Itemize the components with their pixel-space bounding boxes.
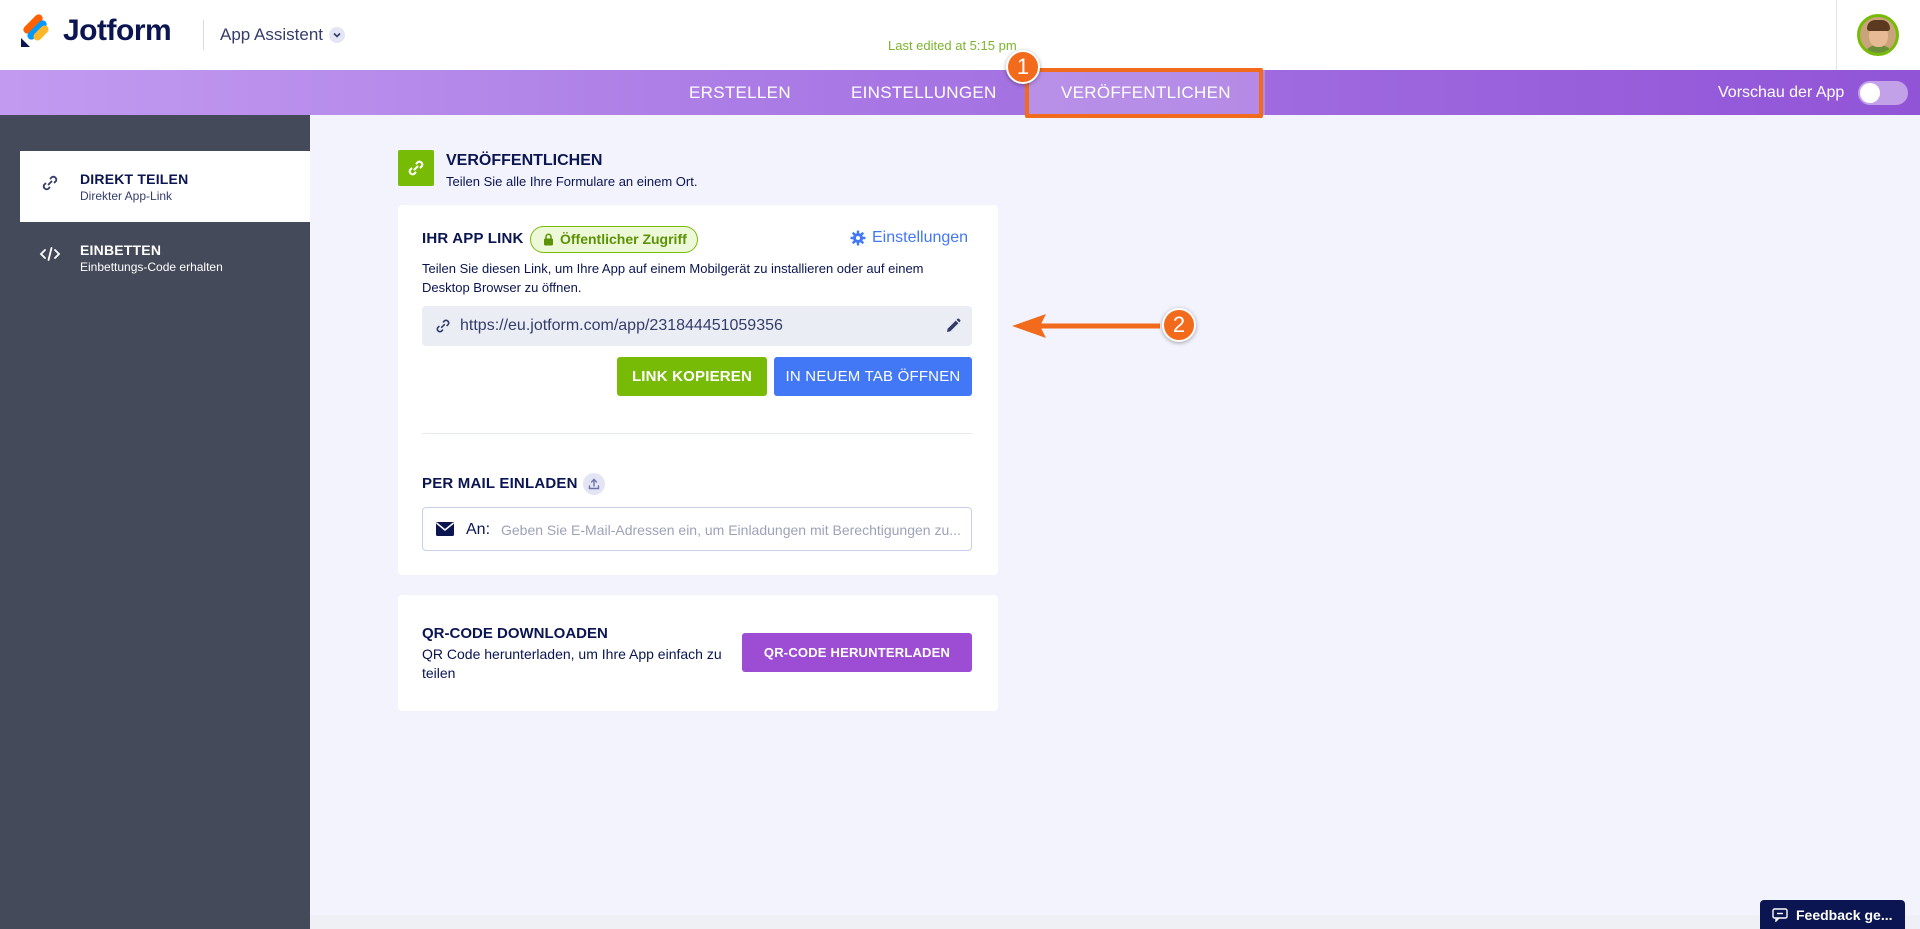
- jotform-logo-icon: [19, 14, 51, 48]
- tab-veroeffentlichen[interactable]: VERÖFFENTLICHEN: [1027, 70, 1265, 115]
- sidebar: DIREKT TEILEN Direkter App-Link EINBETTE…: [0, 115, 310, 929]
- qr-download-button[interactable]: QR-CODE HERUNTERLADEN: [742, 633, 972, 672]
- envelope-icon: [436, 522, 454, 536]
- mail-invite-input[interactable]: An: Geben Sie E-Mail-Adressen ein, um Ei…: [422, 507, 972, 551]
- chevron-down-icon: [329, 27, 346, 43]
- sidebar-item-einbetten[interactable]: EINBETTEN Einbettungs-Code erhalten: [20, 222, 310, 293]
- qr-code-card: QR-CODE DOWNLOADEN QR Code herunterladen…: [398, 595, 998, 711]
- mail-invite-label: PER MAIL EINLADEN: [422, 475, 578, 492]
- public-access-label: Öffentlicher Zugriff: [560, 231, 687, 247]
- app-name-dropdown[interactable]: App Assistent: [220, 25, 346, 45]
- lock-icon: [544, 233, 553, 246]
- avatar[interactable]: [1857, 14, 1899, 56]
- qr-title: QR-CODE DOWNLOADEN: [422, 625, 608, 642]
- step-marker-1: 1: [1006, 50, 1040, 84]
- tutorial-arrow: [1012, 314, 1160, 338]
- link-icon: [436, 319, 450, 333]
- sidebar-item-title: DIREKT TEILEN: [80, 171, 189, 187]
- main-nav: ERSTELLEN EINSTELLUNGEN VERÖFFENTLICHEN: [0, 70, 1920, 115]
- app-preview-toggle[interactable]: [1858, 81, 1908, 105]
- gear-icon: [850, 230, 866, 246]
- app-link-card: IHR APP LINK Öffentlicher Zugriff Einste…: [398, 205, 998, 575]
- sidebar-item-title: EINBETTEN: [80, 242, 162, 258]
- section-divider: [422, 433, 972, 434]
- page-subtitle: Teilen Sie alle Ihre Formulare an einem …: [446, 174, 698, 189]
- app-name-label: App Assistent: [220, 25, 324, 44]
- open-new-tab-button[interactable]: IN NEUEM TAB ÖFFNEN: [774, 357, 972, 396]
- settings-link-label: Einstellungen: [872, 229, 969, 246]
- app-preview-label: Vorschau der App: [1718, 84, 1845, 101]
- last-edited-status: Last edited at 5:15 pm: [888, 38, 1017, 53]
- mail-to-label: An:: [466, 521, 491, 538]
- settings-link[interactable]: Einstellungen: [850, 229, 968, 247]
- feedback-label: Feedback ge...: [1796, 906, 1893, 923]
- jotform-logo[interactable]: Jotform: [19, 14, 172, 48]
- pencil-icon[interactable]: [944, 317, 962, 335]
- code-icon: [38, 242, 62, 266]
- app-link-label: IHR APP LINK: [422, 230, 524, 247]
- sidebar-item-direkt-teilen[interactable]: DIREKT TEILEN Direkter App-Link: [20, 151, 310, 222]
- mail-input-placeholder: Geben Sie E-Mail-Adressen ein, um Einlad…: [501, 522, 961, 538]
- copy-link-button[interactable]: LINK KOPIEREN: [617, 357, 767, 396]
- feedback-icon: [1772, 907, 1788, 922]
- vertical-scrollbar[interactable]: [1906, 115, 1920, 915]
- app-url-field[interactable]: https://eu.jotform.com/app/2318444510593…: [422, 306, 972, 346]
- page-title: VERÖFFENTLICHEN: [446, 152, 603, 169]
- step-marker-2: 2: [1162, 308, 1196, 342]
- sidebar-item-subtitle: Direkter App-Link: [80, 189, 173, 203]
- link-icon: [398, 150, 434, 186]
- upload-icon[interactable]: [583, 473, 605, 495]
- qr-description: QR Code herunterladen, um Ihre App einfa…: [422, 646, 722, 681]
- brand-name: Jotform: [63, 14, 172, 47]
- tab-einstellungen[interactable]: EINSTELLUNGEN: [851, 70, 997, 115]
- horizontal-scrollbar[interactable]: [310, 915, 1920, 929]
- account-area: [1836, 0, 1920, 70]
- header-divider: [203, 20, 204, 50]
- sidebar-item-subtitle: Einbettungs-Code erhalten: [80, 260, 223, 274]
- app-link-description: Teilen Sie diesen Link, um Ihre App auf …: [422, 261, 924, 295]
- link-icon: [38, 171, 62, 195]
- tab-erstellen[interactable]: ERSTELLEN: [689, 70, 791, 115]
- feedback-button[interactable]: Feedback ge...: [1760, 900, 1905, 929]
- top-header: Jotform App Assistent Last edited at 5:1…: [0, 0, 1920, 70]
- app-url-text: https://eu.jotform.com/app/2318444510593…: [460, 317, 783, 334]
- public-access-badge[interactable]: Öffentlicher Zugriff: [530, 226, 698, 253]
